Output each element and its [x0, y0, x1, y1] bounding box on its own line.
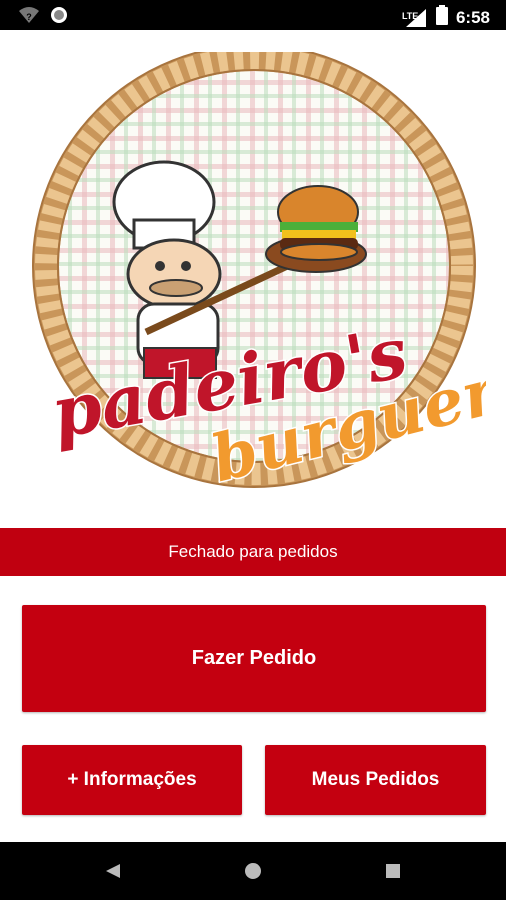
notification-dot-icon — [50, 6, 68, 29]
status-bar: ? LTE 6:58 — [0, 0, 506, 30]
more-info-label: + Informações — [67, 769, 197, 790]
my-orders-label: Meus Pedidos — [311, 769, 440, 790]
wifi-icon: ? — [18, 6, 40, 29]
my-orders-button[interactable]: Meus Pedidos — [265, 745, 486, 815]
battery-icon — [435, 5, 448, 30]
more-info-button[interactable]: + Informações — [22, 745, 242, 815]
signal-icon: LTE — [401, 8, 428, 28]
svg-text:?: ? — [26, 12, 32, 22]
status-right: LTE 6:58 — [401, 5, 490, 30]
status-left: ? — [18, 6, 68, 29]
network-type-label: LTE — [401, 10, 419, 21]
clock: 6:58 — [455, 7, 490, 27]
recents-icon[interactable] — [384, 862, 402, 885]
system-nav-bar — [0, 842, 506, 900]
back-icon[interactable] — [104, 862, 122, 885]
brand-logo: padeiro's burguer — [26, 44, 506, 499]
place-order-label: Fazer Pedido — [191, 647, 317, 669]
store-status-label: Fechado para pedidos — [168, 542, 338, 561]
store-status-banner: Fechado para pedidos — [0, 528, 506, 576]
place-order-button[interactable]: Fazer Pedido — [22, 605, 486, 712]
home-icon[interactable] — [244, 862, 262, 885]
burger-illustration — [277, 185, 359, 261]
